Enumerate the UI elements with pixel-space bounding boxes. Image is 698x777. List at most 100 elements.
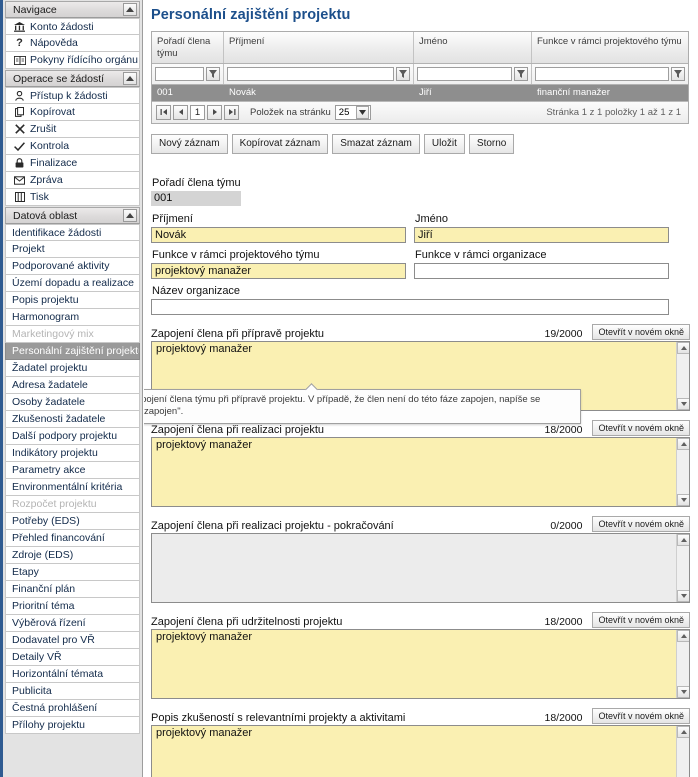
sidebar-item-popis-projektu[interactable]: Popis projektu bbox=[5, 292, 140, 309]
sidebar-item-zem-dopadu-a-realizace[interactable]: Území dopadu a realizace bbox=[5, 275, 140, 292]
grid-filter-input-order[interactable] bbox=[155, 66, 204, 81]
scroll-down-icon[interactable] bbox=[677, 397, 689, 410]
sidebar-item-zdroje-eds[interactable]: Zdroje (EDS) bbox=[5, 547, 140, 564]
sidebar-item-detaily-v[interactable]: Detaily VŘ bbox=[5, 649, 140, 666]
open-in-new-window-button[interactable]: Otevřít v novém okně bbox=[592, 707, 690, 724]
nov-z-znam-button[interactable]: Nový záznam bbox=[151, 133, 228, 154]
sidebar-item-p-stup-k-dosti[interactable]: Přístup k žádosti bbox=[5, 87, 140, 104]
textarea-field[interactable]: projektový manažer bbox=[151, 724, 690, 777]
sidebar-item-osoby-adatele[interactable]: Osoby žadatele bbox=[5, 394, 140, 411]
sidebar-item-adresa-adatele[interactable]: Adresa žadatele bbox=[5, 377, 140, 394]
open-in-new-window-button[interactable]: Otevřít v novém okně bbox=[592, 323, 690, 340]
grid-column-header-surname[interactable]: Příjmení bbox=[224, 32, 414, 63]
textarea-field[interactable]: projektový manažer bbox=[151, 628, 690, 699]
open-in-new-window-button[interactable]: Otevřít v novém okně bbox=[592, 515, 690, 532]
sidebar-item-etapy[interactable]: Etapy bbox=[5, 564, 140, 581]
book-icon bbox=[12, 55, 27, 65]
textarea-scrollbar[interactable] bbox=[676, 533, 689, 602]
sidebar-item-finalizace[interactable]: Finalizace bbox=[5, 155, 140, 172]
scroll-up-icon[interactable] bbox=[677, 629, 689, 642]
smazat-z-znam-button[interactable]: Smazat záznam bbox=[332, 133, 420, 154]
textarea-field[interactable] bbox=[151, 532, 690, 603]
grid-column-header-order[interactable]: Pořadí člena týmu bbox=[152, 32, 224, 63]
first-page-icon[interactable] bbox=[156, 104, 171, 120]
scroll-down-icon[interactable] bbox=[677, 589, 689, 602]
sidebar-item-zru-it[interactable]: Zrušit bbox=[5, 121, 140, 138]
ulo-it-button[interactable]: Uložit bbox=[423, 133, 465, 154]
sidebar-panel-header[interactable]: Navigace bbox=[5, 1, 140, 18]
sidebar-item-pot-eby-eds[interactable]: Potřeby (EDS) bbox=[5, 513, 140, 530]
prev-page-icon[interactable] bbox=[173, 104, 188, 120]
scroll-down-icon[interactable] bbox=[677, 493, 689, 506]
scroll-up-icon[interactable] bbox=[677, 533, 689, 546]
open-in-new-window-button[interactable]: Otevřít v novém okně bbox=[592, 611, 690, 628]
sidebar-item-zku-enosti-adatele[interactable]: Zkušenosti žadatele bbox=[5, 411, 140, 428]
funnel-icon[interactable] bbox=[206, 66, 220, 81]
chevron-down-icon[interactable] bbox=[355, 105, 369, 119]
sidebar-item-projekt[interactable]: Projekt bbox=[5, 241, 140, 258]
sidebar-item-p-lohy-projektu[interactable]: Přílohy projektu bbox=[5, 717, 140, 734]
sidebar-item-p-ehled-financov-n[interactable]: Přehled financování bbox=[5, 530, 140, 547]
surname-input[interactable] bbox=[151, 226, 406, 243]
sidebar-item-person-ln-zaji-t-n-projektu[interactable]: Personální zajištění projektu bbox=[5, 343, 140, 360]
per-page-select[interactable]: 25 bbox=[334, 104, 371, 120]
sidebar-item-finan-n-pl-n[interactable]: Finanční plán bbox=[5, 581, 140, 598]
sidebar-item-environment-ln-krit-ria[interactable]: Environmentální kritéria bbox=[5, 479, 140, 496]
grid-filter-input-role[interactable] bbox=[535, 66, 669, 81]
sidebar-item-kontrola[interactable]: Kontrola bbox=[5, 138, 140, 155]
scroll-up-icon[interactable] bbox=[677, 725, 689, 738]
sidebar-item-tisk[interactable]: Tisk bbox=[5, 189, 140, 206]
textarea-scrollbar[interactable] bbox=[676, 629, 689, 698]
sidebar-item-adatel-projektu[interactable]: Žadatel projektu bbox=[5, 360, 140, 377]
textarea-field[interactable]: projektový manažer bbox=[151, 436, 690, 507]
textarea-section-4: Zapojení člena při udržitelnosti projekt… bbox=[151, 611, 690, 699]
current-page-number[interactable]: 1 bbox=[190, 104, 205, 120]
sidebar-item-podporovan-aktivity[interactable]: Podporované aktivity bbox=[5, 258, 140, 275]
funnel-icon[interactable] bbox=[671, 66, 685, 81]
open-in-new-window-button[interactable]: Otevřít v novém okně bbox=[592, 419, 690, 436]
sidebar-item-konto-dosti[interactable]: Konto žádosti bbox=[5, 18, 140, 35]
scroll-up-icon[interactable] bbox=[677, 437, 689, 450]
funnel-icon[interactable] bbox=[514, 66, 528, 81]
firstname-input[interactable] bbox=[414, 226, 669, 243]
sidebar-item-horizont-ln-t-mata[interactable]: Horizontální témata bbox=[5, 666, 140, 683]
sidebar-item-harmonogram[interactable]: Harmonogram bbox=[5, 309, 140, 326]
sidebar-panel-header[interactable]: Operace se žádostí bbox=[5, 70, 140, 87]
last-page-icon[interactable] bbox=[224, 104, 239, 120]
chevron-up-icon[interactable] bbox=[123, 72, 137, 85]
org-name-input[interactable] bbox=[151, 298, 669, 315]
sidebar-item-identifikace-dosti[interactable]: Identifikace žádosti bbox=[5, 224, 140, 241]
grid-column-header-firstname[interactable]: Jméno bbox=[414, 32, 532, 63]
sidebar-item-dodavatel-pro-v[interactable]: Dodavatel pro VŘ bbox=[5, 632, 140, 649]
grid-filter-input-surname[interactable] bbox=[227, 66, 394, 81]
role-team-input[interactable] bbox=[151, 262, 406, 279]
sidebar-item-zpr-va[interactable]: Zpráva bbox=[5, 172, 140, 189]
sidebar-item-prioritn-t-ma[interactable]: Prioritní téma bbox=[5, 598, 140, 615]
chevron-up-icon[interactable] bbox=[123, 209, 137, 222]
sidebar-item-estn-prohl-en[interactable]: Čestná prohlášení bbox=[5, 700, 140, 717]
chevron-up-icon[interactable] bbox=[123, 3, 137, 16]
sidebar-item-pokyny-d-c-ho-org-nu[interactable]: Pokyny řídícího orgánu bbox=[5, 52, 140, 69]
grid-column-header-role[interactable]: Funkce v rámci projektového týmu bbox=[532, 32, 688, 63]
table-row[interactable]: 001 Novák Jiří finanční manažer bbox=[152, 84, 688, 101]
sidebar-item-n-pov-da[interactable]: ? Nápověda bbox=[5, 35, 140, 52]
sidebar-item-dal-podpory-projektu[interactable]: Další podpory projektu bbox=[5, 428, 140, 445]
grid-filter-input-firstname[interactable] bbox=[417, 66, 512, 81]
scroll-down-icon[interactable] bbox=[677, 685, 689, 698]
textarea-scrollbar[interactable] bbox=[676, 437, 689, 506]
sidebar-item-v-b-rov-zen[interactable]: Výběrová řízení bbox=[5, 615, 140, 632]
role-org-input[interactable] bbox=[414, 262, 669, 279]
sidebar-item-parametry-akce[interactable]: Parametry akce bbox=[5, 462, 140, 479]
sidebar-item-publicita[interactable]: Publicita bbox=[5, 683, 140, 700]
funnel-icon[interactable] bbox=[396, 66, 410, 81]
sidebar-item-marketingov-mix: Marketingový mix bbox=[5, 326, 140, 343]
sidebar-item-kop-rovat[interactable]: Kopírovat bbox=[5, 104, 140, 121]
scroll-up-icon[interactable] bbox=[677, 341, 689, 354]
sidebar-panel-header[interactable]: Datová oblast bbox=[5, 207, 140, 224]
next-page-icon[interactable] bbox=[207, 104, 222, 120]
sidebar-item-indik-tory-projektu[interactable]: Indikátory projektu bbox=[5, 445, 140, 462]
kop-rovat-z-znam-button[interactable]: Kopírovat záznam bbox=[231, 133, 329, 154]
textarea-scrollbar[interactable] bbox=[676, 341, 689, 410]
storno-button[interactable]: Storno bbox=[468, 133, 515, 154]
textarea-scrollbar[interactable] bbox=[676, 725, 689, 777]
